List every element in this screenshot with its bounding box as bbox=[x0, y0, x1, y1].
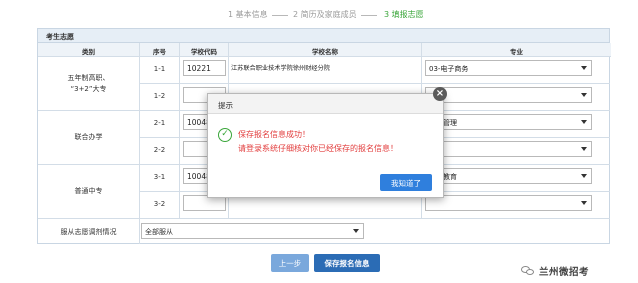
major-select[interactable]: 03-电子商务 bbox=[425, 60, 592, 76]
adjust-label: 服从志愿调剂情况 bbox=[38, 219, 140, 244]
category-cell: 联合办学 bbox=[38, 111, 140, 165]
major-select-value: 03-电子商务 bbox=[429, 65, 469, 73]
adjust-select-value: 全部服从 bbox=[145, 228, 173, 236]
category-label: 五年制高职、 bbox=[67, 73, 110, 82]
major-select[interactable]: 学前教育 bbox=[425, 168, 592, 184]
dialog-message-success: 保存报名信息成功！ bbox=[238, 130, 310, 139]
code-cell: 10221 bbox=[180, 57, 229, 84]
category-label: 普通中专 bbox=[74, 187, 103, 195]
category-cell: 普通中专 bbox=[38, 165, 140, 219]
seq-cell: 3-1 bbox=[140, 165, 180, 192]
step-indicator: 1 基本信息 2 简历及家庭成员 3 填报志愿 bbox=[0, 9, 638, 23]
category-cell: 五年制高职、 “3+2”大专 bbox=[38, 57, 140, 111]
major-select[interactable]: 酒店管理 bbox=[425, 114, 592, 130]
seq-cell: 3-2 bbox=[140, 192, 180, 219]
header-major: 专业 bbox=[422, 43, 611, 57]
school-code-input[interactable]: 10221 bbox=[183, 60, 226, 76]
major-select[interactable] bbox=[425, 141, 592, 157]
header-code: 学校代码 bbox=[180, 43, 229, 57]
major-cell bbox=[422, 192, 610, 219]
watermark-text: 兰州微招考 bbox=[539, 267, 590, 278]
prev-step-button[interactable]: 上一步 bbox=[271, 254, 309, 272]
major-select[interactable] bbox=[425, 195, 592, 211]
category-label: 联合办学 bbox=[74, 133, 103, 141]
seq-cell: 2-1 bbox=[140, 111, 180, 138]
save-registration-button[interactable]: 保存报名信息 bbox=[314, 254, 380, 272]
chevron-down-icon bbox=[581, 93, 587, 97]
wechat-icon bbox=[521, 266, 535, 276]
success-check-icon: ✓ bbox=[218, 128, 232, 142]
major-cell bbox=[422, 84, 610, 111]
watermark: 兰州微招考 bbox=[521, 264, 589, 278]
success-dialog: 提示 ✓ 保存报名信息成功！ 请登录系统仔细核对你已经保存的报名信息！ 我知道了 bbox=[207, 93, 444, 198]
chevron-down-icon bbox=[581, 120, 587, 124]
chevron-down-icon bbox=[581, 147, 587, 151]
step-basic-info: 1 基本信息 bbox=[228, 10, 268, 19]
header-school-name: 学校名称 bbox=[229, 43, 422, 57]
step-fill-preferences: 3 填报志愿 bbox=[384, 10, 424, 19]
header-seq: 序号 bbox=[140, 43, 180, 57]
step-separator bbox=[361, 15, 377, 16]
dialog-title: 提示 bbox=[208, 94, 443, 114]
step-resume-family: 2 简历及家庭成员 bbox=[293, 10, 357, 19]
seq-cell: 1-2 bbox=[140, 84, 180, 111]
adjust-select[interactable]: 全部服从 bbox=[141, 223, 364, 239]
seq-cell: 1-1 bbox=[140, 57, 180, 84]
name-cell: 江苏联合职业技术学院徐州财经分院 bbox=[229, 57, 422, 84]
major-cell bbox=[422, 138, 610, 165]
step-separator bbox=[272, 15, 288, 16]
dialog-message-verify: 请登录系统仔细核对你已经保存的报名信息！ bbox=[238, 144, 398, 153]
major-select[interactable] bbox=[425, 87, 592, 103]
chevron-down-icon bbox=[353, 229, 359, 233]
major-cell: 学前教育 bbox=[422, 165, 610, 192]
panel-title: 考生志愿 bbox=[38, 29, 609, 43]
major-cell: 酒店管理 bbox=[422, 111, 610, 138]
chevron-down-icon bbox=[581, 66, 587, 70]
seq-cell: 2-2 bbox=[140, 138, 180, 165]
major-cell: 03-电子商务 bbox=[422, 57, 610, 84]
close-icon[interactable]: × bbox=[433, 87, 447, 101]
header-category: 类别 bbox=[38, 43, 140, 57]
school-name: 江苏联合职业技术学院徐州财经分院 bbox=[231, 65, 330, 72]
chevron-down-icon bbox=[581, 201, 587, 205]
chevron-down-icon bbox=[581, 174, 587, 178]
category-label: “3+2”大专 bbox=[70, 84, 107, 93]
dialog-confirm-button[interactable]: 我知道了 bbox=[380, 174, 432, 191]
